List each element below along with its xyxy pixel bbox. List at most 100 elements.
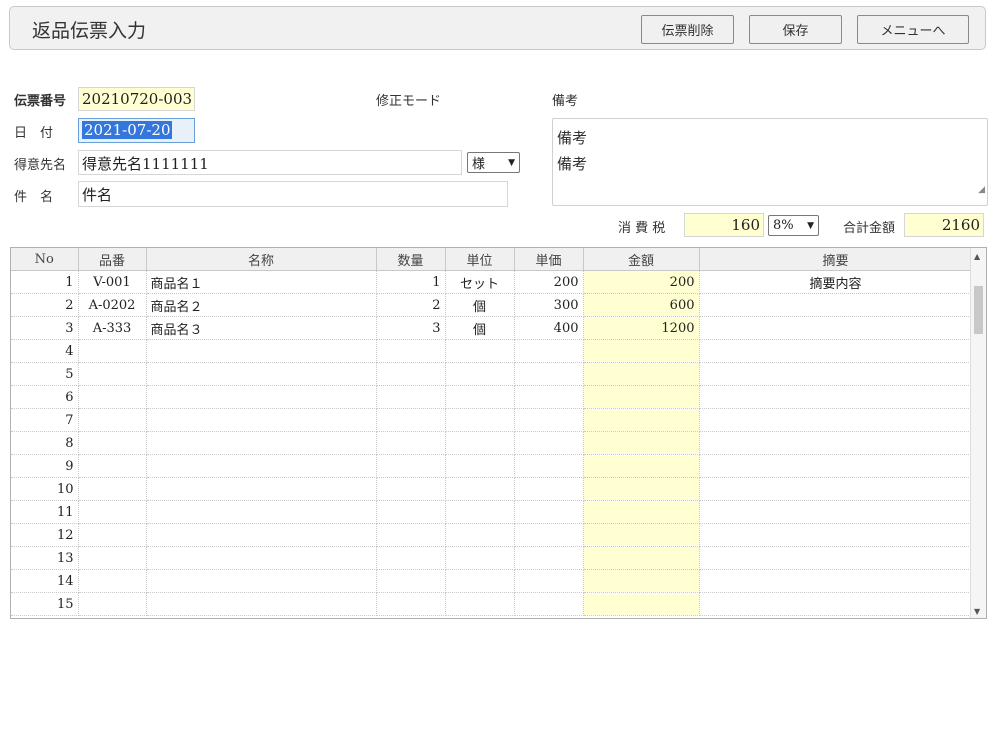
- honorific-select[interactable]: 様 ▼: [467, 152, 520, 173]
- product-name-cell[interactable]: [146, 408, 377, 432]
- unit-cell[interactable]: セット: [445, 270, 515, 294]
- description-cell[interactable]: [699, 546, 973, 570]
- description-cell[interactable]: [699, 500, 973, 524]
- description-cell[interactable]: [699, 316, 973, 340]
- quantity-cell[interactable]: [376, 385, 446, 409]
- quantity-cell[interactable]: [376, 339, 446, 363]
- amount-cell[interactable]: [583, 454, 700, 478]
- unit-price-cell[interactable]: 200: [514, 270, 584, 294]
- amount-cell[interactable]: [583, 431, 700, 455]
- table-row[interactable]: 11: [11, 500, 973, 524]
- column-header-unit-price[interactable]: 単価: [514, 248, 584, 271]
- unit-cell[interactable]: [445, 454, 515, 478]
- description-cell[interactable]: [699, 477, 973, 501]
- product-code-cell[interactable]: A-0202: [78, 293, 147, 317]
- quantity-cell[interactable]: [376, 569, 446, 593]
- product-name-cell[interactable]: [146, 362, 377, 386]
- product-code-cell[interactable]: A-333: [78, 316, 147, 340]
- product-name-cell[interactable]: [146, 477, 377, 501]
- amount-cell[interactable]: [583, 385, 700, 409]
- product-name-cell[interactable]: [146, 431, 377, 455]
- product-code-cell[interactable]: [78, 592, 147, 616]
- description-cell[interactable]: [699, 408, 973, 432]
- unit-price-cell[interactable]: 300: [514, 293, 584, 317]
- table-row[interactable]: 10: [11, 477, 973, 501]
- quantity-cell[interactable]: [376, 500, 446, 524]
- quantity-cell[interactable]: [376, 454, 446, 478]
- amount-cell[interactable]: [583, 523, 700, 547]
- quantity-cell[interactable]: [376, 408, 446, 432]
- amount-cell[interactable]: 1200: [583, 316, 700, 340]
- unit-cell[interactable]: [445, 592, 515, 616]
- column-header-amount[interactable]: 金額: [583, 248, 700, 271]
- customer-name-field[interactable]: 得意先名1111111: [78, 150, 462, 175]
- subject-field[interactable]: 件名: [78, 181, 508, 207]
- table-row[interactable]: 8: [11, 431, 973, 455]
- product-name-cell[interactable]: 商品名２: [146, 293, 377, 317]
- unit-cell[interactable]: [445, 523, 515, 547]
- unit-price-cell[interactable]: 400: [514, 316, 584, 340]
- description-cell[interactable]: [699, 454, 973, 478]
- amount-cell[interactable]: [583, 477, 700, 501]
- product-code-cell[interactable]: [78, 408, 147, 432]
- slip-number-field[interactable]: 20210720-003: [78, 87, 195, 111]
- unit-price-cell[interactable]: [514, 592, 584, 616]
- product-name-cell[interactable]: [146, 454, 377, 478]
- amount-cell[interactable]: [583, 408, 700, 432]
- product-code-cell[interactable]: [78, 385, 147, 409]
- date-field[interactable]: 2021-07-20: [78, 118, 195, 143]
- unit-price-cell[interactable]: [514, 477, 584, 501]
- description-cell[interactable]: [699, 385, 973, 409]
- column-header-no[interactable]: No: [11, 248, 79, 271]
- product-name-cell[interactable]: 商品名３: [146, 316, 377, 340]
- product-name-cell[interactable]: 商品名１: [146, 270, 377, 294]
- description-cell[interactable]: [699, 523, 973, 547]
- description-cell[interactable]: [699, 592, 973, 616]
- unit-cell[interactable]: [445, 339, 515, 363]
- table-row[interactable]: 5: [11, 362, 973, 386]
- product-code-cell[interactable]: [78, 500, 147, 524]
- delete-slip-button[interactable]: 伝票削除: [641, 15, 734, 44]
- product-name-cell[interactable]: [146, 385, 377, 409]
- unit-cell[interactable]: [445, 385, 515, 409]
- description-cell[interactable]: [699, 362, 973, 386]
- quantity-cell[interactable]: [376, 592, 446, 616]
- amount-cell[interactable]: 200: [583, 270, 700, 294]
- tax-rate-select[interactable]: 8% ▼: [768, 215, 819, 236]
- description-cell[interactable]: [699, 569, 973, 593]
- column-header-name[interactable]: 名称: [146, 248, 377, 271]
- product-code-cell[interactable]: [78, 431, 147, 455]
- table-row[interactable]: 1 V-001 商品名１ 1 セット 200 200 摘要内容: [11, 270, 973, 294]
- quantity-cell[interactable]: [376, 546, 446, 570]
- scroll-down-icon[interactable]: ▼: [974, 607, 980, 616]
- unit-price-cell[interactable]: [514, 523, 584, 547]
- description-cell[interactable]: [699, 293, 973, 317]
- column-header-description[interactable]: 摘要: [699, 248, 973, 271]
- amount-cell[interactable]: [583, 339, 700, 363]
- unit-cell[interactable]: [445, 477, 515, 501]
- unit-cell[interactable]: [445, 362, 515, 386]
- product-code-cell[interactable]: [78, 454, 147, 478]
- resize-grip-icon[interactable]: ◢: [978, 177, 985, 203]
- product-name-cell[interactable]: [146, 500, 377, 524]
- product-code-cell[interactable]: [78, 569, 147, 593]
- remarks-textarea[interactable]: 備考 備考 ◢: [552, 118, 988, 206]
- table-row[interactable]: 14: [11, 569, 973, 593]
- table-row[interactable]: 12: [11, 523, 973, 547]
- description-cell[interactable]: 摘要内容: [699, 270, 973, 294]
- amount-cell[interactable]: [583, 569, 700, 593]
- unit-cell[interactable]: 個: [445, 316, 515, 340]
- table-row[interactable]: 15: [11, 592, 973, 616]
- product-name-cell[interactable]: [146, 592, 377, 616]
- quantity-cell[interactable]: [376, 362, 446, 386]
- column-header-unit[interactable]: 単位: [445, 248, 515, 271]
- product-code-cell[interactable]: [78, 477, 147, 501]
- unit-price-cell[interactable]: [514, 546, 584, 570]
- product-code-cell[interactable]: [78, 546, 147, 570]
- scrollbar-thumb[interactable]: [974, 286, 983, 334]
- unit-price-cell[interactable]: [514, 454, 584, 478]
- amount-cell[interactable]: [583, 362, 700, 386]
- quantity-cell[interactable]: 2: [376, 293, 446, 317]
- quantity-cell[interactable]: [376, 477, 446, 501]
- amount-cell[interactable]: [583, 500, 700, 524]
